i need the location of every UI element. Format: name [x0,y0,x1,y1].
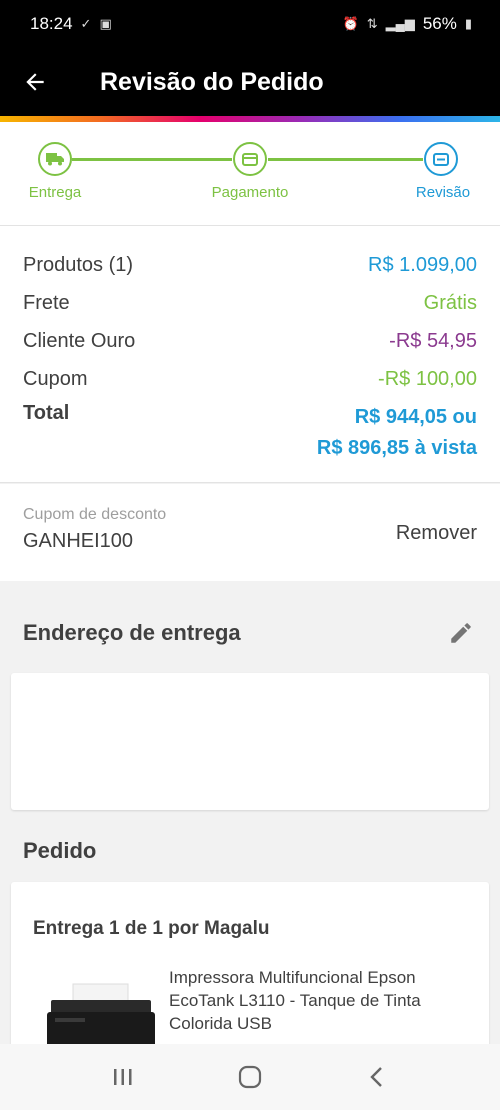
step-connector [72,158,232,161]
total-value: R$ 944,05 ou R$ 896,85 à vista [317,402,477,464]
alarm-icon: ⏰ [342,16,359,31]
order-card: Entrega 1 de 1 por Magalu Impressora Mul… [11,882,489,1052]
review-icon [433,152,449,166]
pencil-icon [451,623,471,643]
printer-product-image[interactable] [43,982,158,1052]
step-label-payment: Pagamento [211,184,289,201]
remove-coupon-button[interactable]: Remover [396,522,477,545]
screen: 18:24 ✓ ▣ ⏰ ⇅ ▂▄▆ 56% ▮ Revisão do Pedid… [0,0,500,1110]
status-bar-left: 18:24 ✓ ▣ [30,14,112,34]
battery-icon: ▮ [464,16,472,31]
battery-percent: 56% [422,14,457,33]
recent-apps-icon [114,1069,132,1085]
signal-icon: ▂▄▆ [385,16,415,31]
step-review[interactable] [424,142,458,176]
system-nav-bar [0,1044,500,1110]
product-name[interactable]: Impressora Multifuncional Epson EcoTank … [169,966,469,1035]
step-connector [268,158,423,161]
status-bar-right: ⏰ ⇅ ▂▄▆ 56% ▮ [343,14,473,34]
card-icon [242,152,258,166]
check-download-icon: ✓ [80,16,92,31]
step-delivery[interactable] [38,142,72,176]
truck-icon [46,153,64,166]
status-bar: 18:24 ✓ ▣ ⏰ ⇅ ▂▄▆ 56% ▮ [0,0,500,48]
chevron-left-icon [369,1067,382,1087]
home-button[interactable] [220,1052,280,1102]
summary-row-total: Total R$ 944,05 ou R$ 896,85 à vista [23,402,477,464]
status-time: 18:24 [30,14,73,33]
app-bar: Revisão do Pedido [0,48,500,116]
step-label-delivery: Entrega [28,184,82,201]
address-card[interactable] [11,673,489,810]
gold-customer-label: Cliente Ouro [23,329,136,352]
summary-row-products: Produtos (1) R$ 1.099,00 [23,250,477,280]
coupon-discount-value: -R$ 100,00 [378,367,477,390]
coupon-section: Cupom de desconto GANHEI100 Remover [0,484,500,581]
wifi-icon: ⇅ [366,16,378,31]
back-button[interactable] [0,48,70,116]
home-icon [238,1065,262,1089]
total-cash-value: R$ 896,85 à vista [316,437,477,459]
gallery-icon: ▣ [99,16,112,31]
summary-row-gold-customer: Cliente Ouro -R$ 54,95 [23,326,477,356]
arrow-left-icon [26,73,44,91]
order-section-title: Pedido [23,838,97,863]
checkout-stepper: Entrega Pagamento Revisão [0,122,500,226]
page-title: Revisão do Pedido [100,67,324,96]
step-label-review: Revisão [415,184,471,201]
total-installment-value: R$ 944,05 ou [354,406,477,428]
order-summary: Produtos (1) R$ 1.099,00 Frete Grátis Cl… [0,226,500,483]
delivery-info: Entrega 1 de 1 por Magalu [33,918,270,939]
shipping-value: Grátis [423,291,477,314]
back-nav-button[interactable] [347,1052,407,1102]
products-label: Produtos (1) [23,253,134,276]
summary-row-shipping: Frete Grátis [23,288,477,318]
edit-address-button[interactable] [446,618,476,648]
products-value: R$ 1.099,00 [368,253,477,276]
recent-apps-button[interactable] [93,1052,153,1102]
shipping-label: Frete [23,291,70,314]
gold-customer-value: -R$ 54,95 [389,329,477,352]
total-label: Total [23,402,70,424]
step-payment[interactable] [233,142,267,176]
coupon-discount-label: Cupom [23,367,88,390]
address-section-title: Endereço de entrega [23,620,241,645]
summary-row-coupon: Cupom -R$ 100,00 [23,364,477,394]
